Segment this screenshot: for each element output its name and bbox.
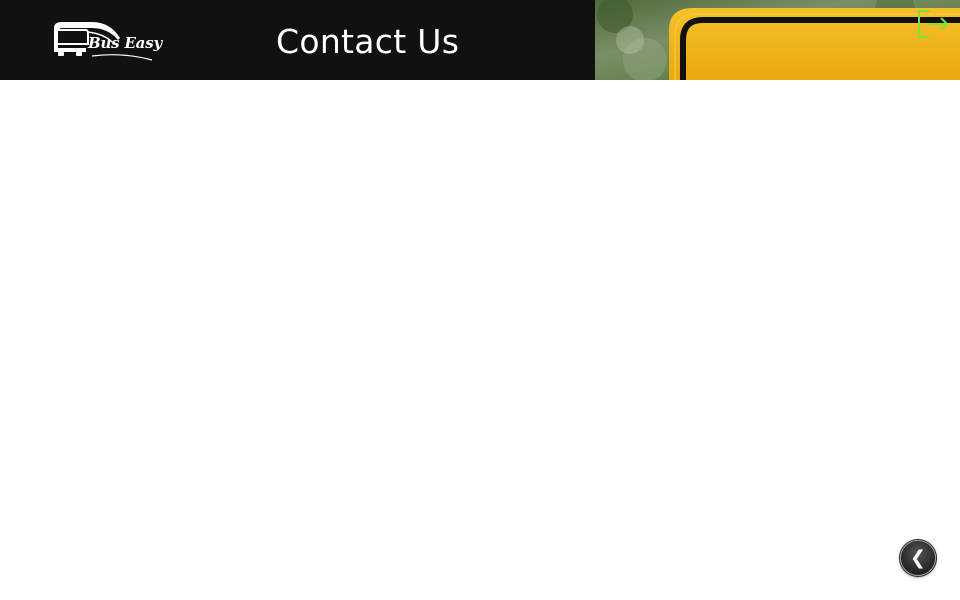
page-title: Contact Us <box>276 22 460 61</box>
chevron-left-icon: ❮ <box>910 547 926 569</box>
road-sign-image <box>595 0 960 80</box>
logout-button[interactable] <box>916 8 950 40</box>
main-content <box>0 80 960 600</box>
bus-easy-logo[interactable]: Bus Easy <box>52 18 162 62</box>
top-header: Bus Easy Contact Us <box>0 0 960 80</box>
logo-text: Bus Easy <box>88 34 162 52</box>
logout-icon <box>918 10 949 38</box>
back-button[interactable]: ❮ <box>900 540 936 576</box>
